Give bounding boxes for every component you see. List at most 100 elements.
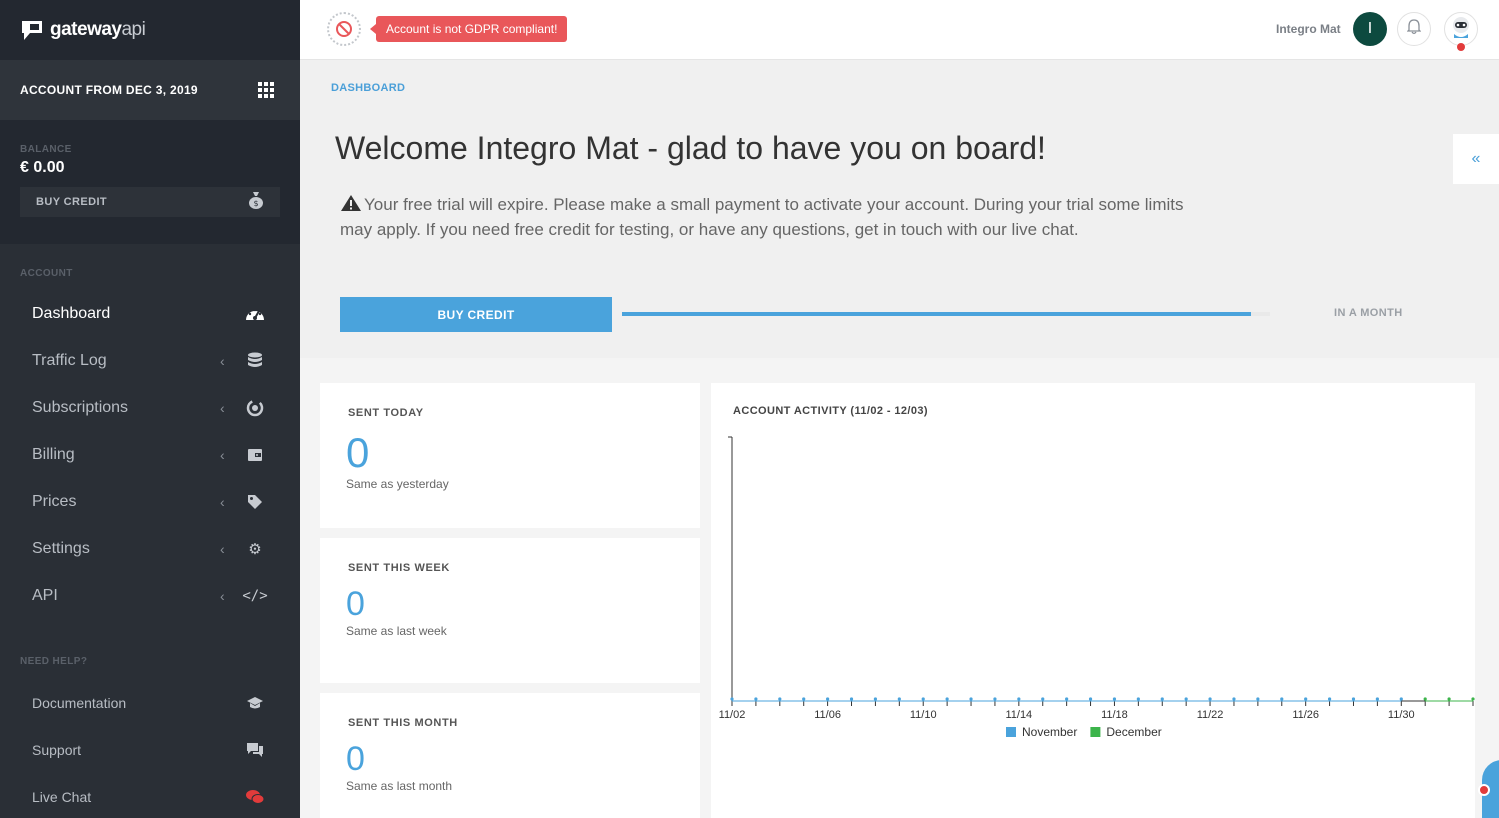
data-point — [849, 697, 854, 701]
subscriptions-icon — [244, 397, 266, 419]
legend-label-november: November — [1022, 725, 1077, 739]
sidebar-item-label: Documentation — [32, 694, 127, 711]
data-point — [1112, 697, 1117, 701]
chat-bubbles-icon — [244, 739, 266, 761]
data-point — [1065, 697, 1069, 701]
chevron-left-icon: ‹ — [220, 399, 225, 416]
sidebar-item-label: Prices — [32, 492, 77, 510]
sidebar-buy-credit-label: BUY CREDIT — [36, 196, 108, 208]
chevron-left-icon: ‹ — [220, 587, 225, 604]
data-point — [1471, 697, 1475, 701]
chevron-left-icon: ‹ — [220, 493, 225, 510]
live-chat-icon — [244, 786, 266, 808]
notifications-button[interactable] — [1397, 12, 1431, 46]
data-point — [1304, 697, 1308, 701]
sidebar-buy-credit-button[interactable]: BUY CREDIT $ — [20, 187, 280, 217]
account-activity-chart: 11/02 11/06 11/10 11/14 11/18 11/22 11/26 11/30… — [719, 436, 1475, 739]
sidebar-item-live-chat[interactable]: Live Chat — [0, 773, 300, 818]
data-point — [1136, 697, 1140, 701]
buy-credit-button[interactable]: BUY CREDIT — [340, 297, 612, 332]
sidebar-item-label: Subscriptions — [32, 398, 129, 416]
stat-value: 0 — [346, 740, 365, 778]
stat-title: SENT THIS WEEK — [348, 562, 450, 574]
apps-grid-icon[interactable] — [258, 82, 274, 98]
data-point — [1256, 697, 1260, 701]
logo-mark-icon — [20, 18, 44, 42]
data-point — [826, 697, 830, 701]
support-bot-icon — [1448, 14, 1474, 45]
data-point — [1280, 697, 1284, 701]
sidebar-item-billing[interactable]: Billing ‹ — [0, 431, 300, 478]
code-icon: </> — [242, 587, 268, 604]
trial-expiry-label: IN A MONTH — [1334, 307, 1403, 319]
legend-swatch-december — [1090, 727, 1101, 737]
chevron-left-icon: ‹ — [220, 446, 225, 463]
stat-title: SENT TODAY — [348, 407, 424, 419]
breadcrumb[interactable]: DASHBOARD — [331, 82, 405, 94]
sidebar-item-traffic-log[interactable]: Traffic Log ‹ — [0, 337, 300, 384]
data-point — [945, 697, 949, 701]
gdpr-warning-badge[interactable]: Account is not GDPR compliant! — [369, 16, 568, 42]
chat-widget-dot — [1478, 784, 1490, 796]
account-activity-card: ACCOUNT ACTIVITY (11/02 - 12/03) 11/02 11… — [711, 383, 1475, 818]
stat-title: SENT THIS MONTH — [348, 717, 458, 729]
x-tick-label: 11/22 — [1197, 709, 1224, 721]
account-title: ACCOUNT FROM DEC 3, 2019 — [20, 83, 198, 97]
gear-icon: ⚙ — [248, 540, 262, 558]
x-tick-label: 11/06 — [814, 709, 841, 721]
trial-message-text: Your free trial will expire. Please make… — [340, 195, 1184, 239]
data-point — [873, 697, 878, 701]
section-label-account: ACCOUNT — [20, 268, 73, 279]
stat-card-week: SENT THIS WEEK 0 Same as last week — [320, 538, 700, 683]
data-point — [1088, 697, 1093, 701]
data-point — [1184, 697, 1188, 701]
stat-value: 0 — [346, 429, 370, 476]
data-point — [1327, 697, 1332, 701]
data-point — [1447, 697, 1451, 701]
data-point — [1232, 697, 1236, 701]
collapse-panel-button[interactable]: « — [1453, 134, 1499, 184]
sidebar-item-support[interactable]: Support — [0, 726, 300, 773]
warning-icon — [340, 194, 362, 212]
trial-message: Your free trial will expire. Please make… — [340, 192, 1190, 242]
sidebar-item-documentation[interactable]: Documentation — [0, 679, 300, 726]
legend-swatch-november — [1006, 727, 1016, 737]
page-title: Welcome Integro Mat - glad to have you o… — [335, 130, 1046, 166]
data-point — [730, 697, 734, 701]
trial-progress-bar — [622, 312, 1270, 316]
sidebar-item-settings[interactable]: Settings ‹ ⚙ — [0, 525, 300, 572]
sidebar-item-label: Dashboard — [32, 304, 111, 322]
sidebar-item-api[interactable]: API ‹ </> — [0, 572, 300, 619]
avatar[interactable]: I — [1353, 12, 1387, 46]
data-point — [802, 697, 806, 701]
data-point — [921, 697, 925, 701]
logo[interactable]: gatewayapi — [0, 0, 300, 60]
logo-text: gatewayapi — [50, 19, 146, 40]
sidebar-item-subscriptions[interactable]: Subscriptions ‹ — [0, 384, 300, 431]
gdpr-status-icon[interactable] — [327, 12, 361, 46]
stat-note: Same as yesterday — [346, 477, 449, 491]
avatar-initial: I — [1367, 20, 1373, 37]
stat-card-today: SENT TODAY 0 Same as yesterday — [320, 383, 700, 528]
x-tick-label: 11/26 — [1292, 709, 1319, 721]
section-label-help: NEED HELP? — [20, 656, 88, 667]
sidebar-item-dashboard[interactable]: Dashboard — [0, 290, 300, 337]
data-point — [1160, 697, 1164, 701]
legend-label-december: December — [1106, 725, 1161, 739]
database-icon — [244, 350, 266, 372]
chevron-left-icon: ‹ — [220, 540, 225, 557]
data-point — [1375, 697, 1379, 701]
x-tick-label: 11/02 — [719, 709, 746, 721]
data-point — [897, 697, 901, 701]
svg-text:$: $ — [253, 199, 258, 208]
account-header: ACCOUNT FROM DEC 3, 2019 — [0, 60, 300, 120]
user-name[interactable]: Integro Mat — [1276, 22, 1341, 36]
bell-icon — [1406, 18, 1422, 40]
sidebar-item-prices[interactable]: Prices ‹ — [0, 478, 300, 525]
x-tick-label: 11/14 — [1005, 709, 1032, 721]
balance-value: € 0.00 — [20, 159, 65, 176]
sidebar-item-label: Settings — [32, 539, 90, 557]
data-point — [754, 697, 758, 701]
support-bot-button[interactable] — [1444, 12, 1478, 46]
double-chevron-left-icon: « — [1471, 150, 1481, 167]
